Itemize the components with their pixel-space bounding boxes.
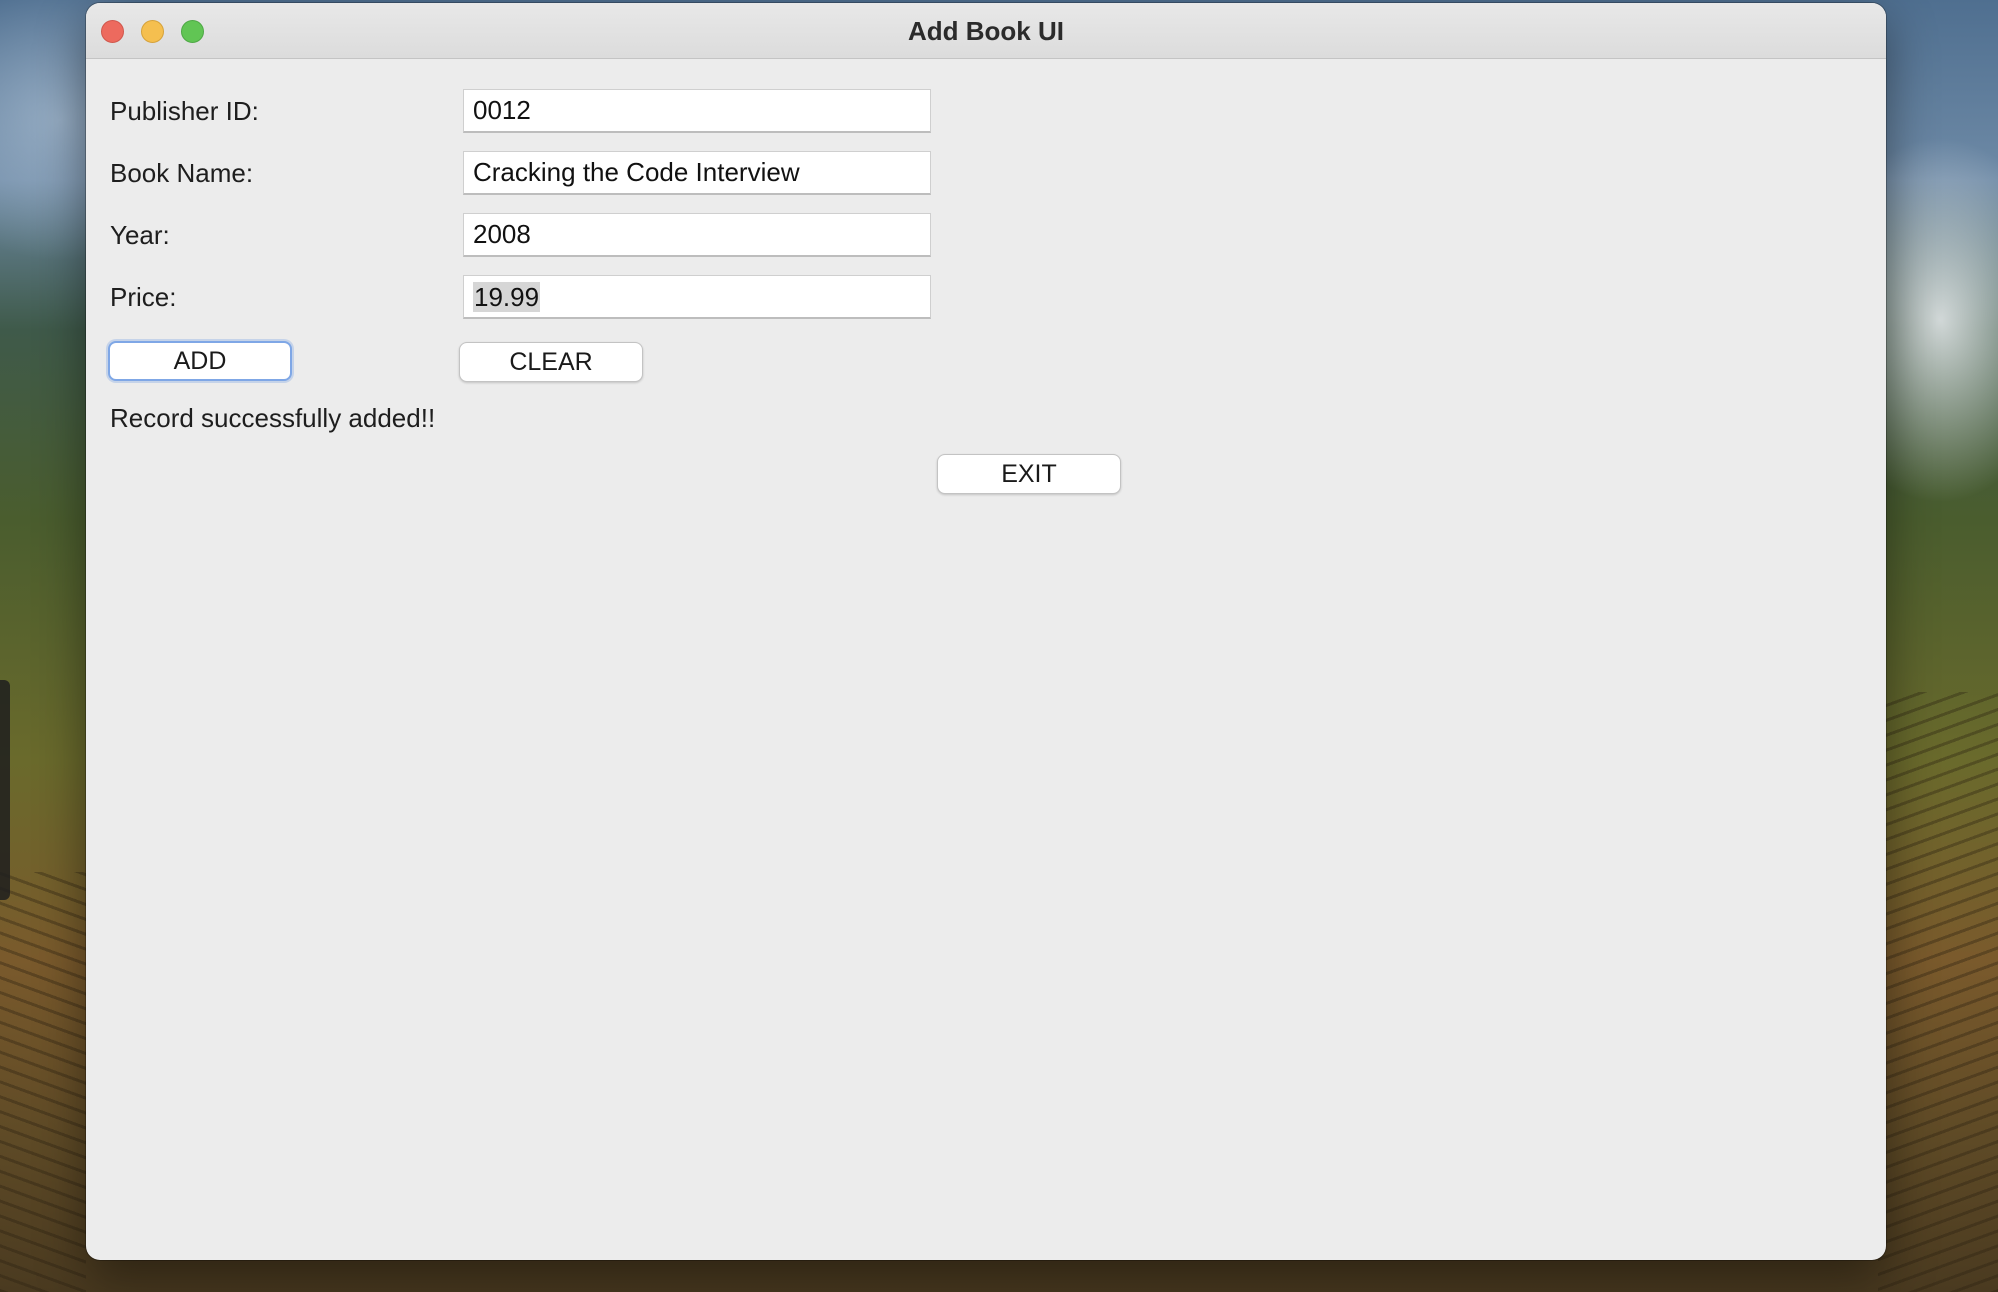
status-message: Record successfully added!!: [110, 403, 436, 433]
book-name-input[interactable]: [463, 151, 931, 195]
window-title: Add Book UI: [908, 16, 1064, 46]
price-input[interactable]: 19.99: [463, 275, 931, 319]
title-bar[interactable]: Add Book UI: [86, 3, 1886, 59]
add-book-window: Add Book UI Publisher ID: Book Name: Yea…: [86, 3, 1886, 1260]
price-value-selected: 19.99: [473, 282, 541, 312]
add-button[interactable]: ADD: [108, 341, 292, 381]
year-label: Year:: [110, 220, 170, 250]
year-input[interactable]: [463, 213, 931, 257]
dock-edge: [0, 680, 10, 900]
desktop-wallpaper-detail: [1878, 692, 1998, 1292]
book-name-label: Book Name:: [110, 158, 254, 188]
price-label: Price:: [110, 282, 177, 312]
desktop-wallpaper-detail: [0, 872, 86, 1292]
clear-button[interactable]: CLEAR: [459, 342, 643, 382]
exit-button[interactable]: EXIT: [937, 454, 1121, 494]
publisher-id-label: Publisher ID:: [110, 96, 259, 126]
publisher-id-input[interactable]: [463, 89, 931, 133]
